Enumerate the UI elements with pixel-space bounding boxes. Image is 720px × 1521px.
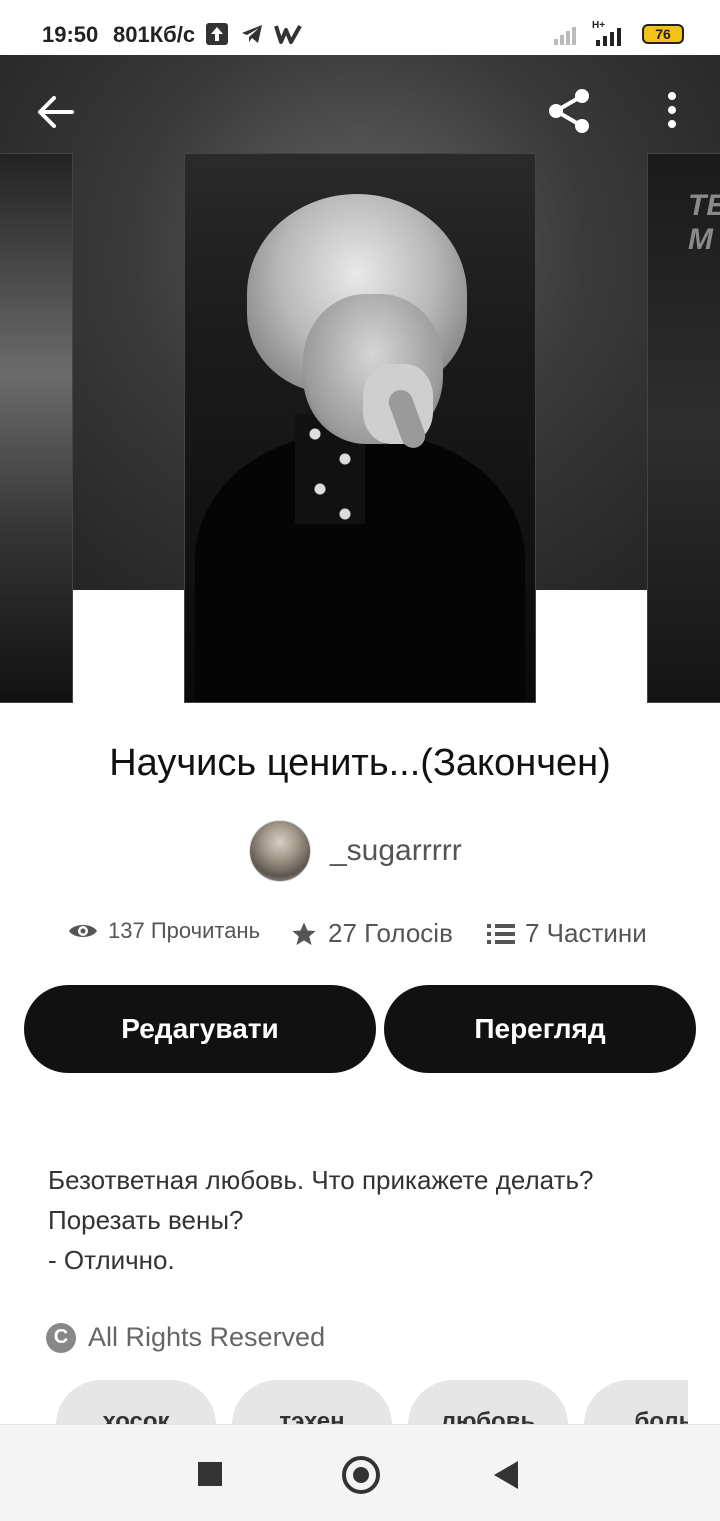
reads-stat: 137 Прочитань [68,918,260,944]
more-vertical-icon[interactable] [660,90,684,134]
battery-icon: 76 [642,24,684,44]
story-title: Научись ценить...(Закончен) [109,742,611,784]
eye-icon [69,925,97,937]
back-arrow-icon[interactable] [36,92,76,132]
star-icon [292,921,316,945]
author-name[interactable]: _sugarrrrr [330,834,462,868]
parts-stat: 7 Частини [487,918,647,949]
network-speed: 801Кб/с [113,22,196,47]
cover-previous[interactable] [0,154,72,702]
status-time: 19:50 [42,22,99,47]
tag-chip[interactable]: тэхен [232,1380,392,1424]
cover-next[interactable]: TE M [648,154,720,702]
list-icon [487,923,515,944]
back-triangle-icon[interactable] [494,1461,518,1489]
story-description: Безответная любовь. Что прикажете делать… [48,1165,594,1275]
author-row[interactable]: _sugarrrrr [0,820,720,882]
cover-current[interactable] [185,154,535,702]
parts-count: 7 Частини [525,918,647,948]
status-right: H+ 76 [552,20,684,46]
recents-square-icon[interactable] [198,1462,222,1486]
upload-icon [206,23,228,45]
reads-count: 137 Прочитань [108,918,261,943]
author-avatar[interactable] [249,820,311,882]
tag-list: хосок тэхен любовь боль [56,1380,688,1424]
home-circle-icon[interactable] [342,1456,380,1494]
copyright-label: All Rights Reserved [88,1322,326,1352]
votes-count: 27 Голосів [328,918,453,948]
w-icon [274,25,302,44]
telegram-icon [242,25,262,43]
votes-stat: 27 Голосів [290,918,453,949]
tag-chip[interactable]: боль [584,1380,688,1424]
view-button[interactable]: Перегляд [384,985,696,1073]
copyright-icon: C [46,1322,76,1353]
story-stats: 137 Прочитань 27 Голосів 7 Частини [0,918,720,958]
cover-next-title: TE M [688,189,720,256]
copyright-row: C All Rights Reserved [46,1322,325,1353]
tag-chip[interactable]: хосок [56,1380,216,1424]
share-icon[interactable] [544,86,594,136]
signal-hplus-icon: H+ [592,20,632,46]
signal-icon [554,27,576,45]
system-nav-bar [0,1424,720,1521]
tag-chip[interactable]: любовь [408,1380,568,1424]
edit-button[interactable]: Редагувати [24,985,376,1073]
